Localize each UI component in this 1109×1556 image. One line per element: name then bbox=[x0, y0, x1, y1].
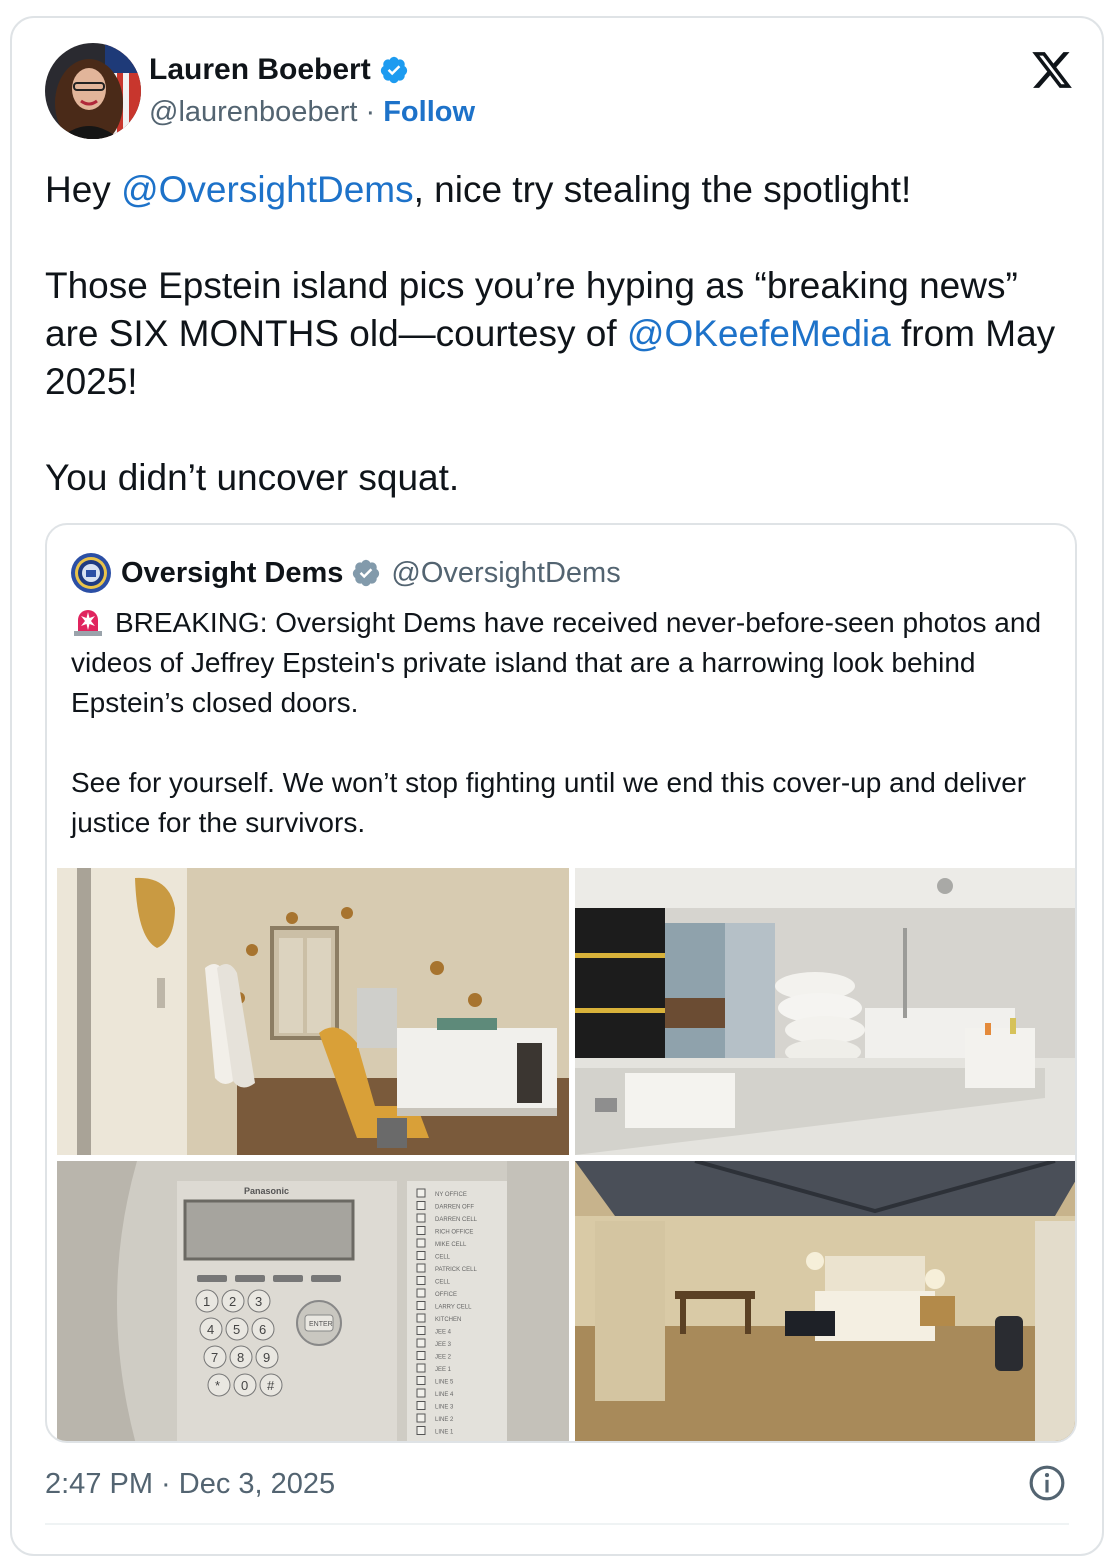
gray-verified-badge-icon bbox=[353, 559, 380, 587]
line-label: LINE 5 bbox=[435, 1380, 454, 1386]
line-button bbox=[416, 1263, 426, 1273]
quote-paragraph-1-text: BREAKING: Oversight Dems have received n… bbox=[71, 607, 1042, 718]
keypad-key-label: 6 bbox=[259, 1322, 266, 1337]
author-name[interactable]: Lauren Boebert bbox=[149, 52, 371, 88]
quoted-tweet[interactable]: Oversight Dems @OversightDems BREAKING: … bbox=[45, 523, 1077, 1443]
x-logo-icon[interactable] bbox=[1030, 48, 1074, 92]
author-handle[interactable]: @laurenboebert bbox=[149, 96, 357, 128]
line-button bbox=[416, 1288, 426, 1298]
line-label: LINE 4 bbox=[435, 1392, 454, 1398]
line-label: MIKE CELL bbox=[435, 1242, 467, 1248]
avatar-image bbox=[45, 43, 141, 139]
follow-button[interactable]: Follow bbox=[383, 96, 475, 128]
keypad-key-label: 5 bbox=[233, 1322, 240, 1337]
phone-enter-label: ENTER bbox=[309, 1321, 333, 1328]
keypad-key-label: # bbox=[267, 1378, 275, 1393]
quote-author-handle[interactable]: @OversightDems bbox=[391, 553, 620, 593]
handle-separator: · bbox=[357, 96, 384, 128]
line-button bbox=[416, 1401, 426, 1410]
photo-storage-bath[interactable] bbox=[575, 868, 1075, 1155]
oversight-dems-avatar[interactable] bbox=[71, 553, 111, 593]
line-label: NY OFFICE bbox=[435, 1192, 467, 1198]
info-icon[interactable] bbox=[1028, 1464, 1066, 1502]
quote-text: BREAKING: Oversight Dems have received n… bbox=[71, 603, 1061, 883]
line-button bbox=[416, 1338, 426, 1348]
photo-panasonic-phone[interactable]: Panasonic ENTER 1 2 3 4 5 6 7 8 9 * 0 # NY OFFICE DA… bbox=[57, 1161, 569, 1441]
line-label: JEE 4 bbox=[435, 1330, 452, 1336]
tweet-paragraph-1: Hey @OversightDems, nice try stealing th… bbox=[45, 166, 1065, 214]
line-label: JEE 1 bbox=[435, 1367, 452, 1373]
tweet-timestamp[interactable]: 2:47 PM · Dec 3, 2025 bbox=[45, 1464, 335, 1504]
tweet-card: Lauren Boebert @laurenboebert · Follow H… bbox=[10, 16, 1104, 1556]
tweet-text: Hey @OversightDems, nice try stealing th… bbox=[45, 166, 1065, 550]
author-handle-row: @laurenboebert · Follow bbox=[149, 94, 475, 130]
text-segment: Hey bbox=[45, 169, 122, 210]
tweet-paragraph-2: Those Epstein island pics you’re hyping … bbox=[45, 262, 1065, 406]
line-label: JEE 2 bbox=[435, 1355, 452, 1361]
line-button bbox=[416, 1226, 426, 1235]
line-label: CELL bbox=[435, 1255, 451, 1261]
line-button bbox=[416, 1326, 426, 1335]
line-button bbox=[416, 1276, 426, 1285]
text-segment: , nice try stealing the spotlight! bbox=[413, 169, 912, 210]
keypad-key-label: 3 bbox=[255, 1294, 262, 1309]
line-button bbox=[416, 1351, 426, 1360]
mention-link-okeefemedia[interactable]: @OKeefeMedia bbox=[627, 313, 891, 354]
line-label: KITCHEN bbox=[435, 1317, 461, 1323]
line-button bbox=[416, 1301, 426, 1310]
line-label: LINE 3 bbox=[435, 1405, 454, 1411]
keypad-key-label: 7 bbox=[211, 1350, 218, 1365]
line-label: LARRY CELL bbox=[435, 1305, 472, 1311]
photo-grid: Panasonic ENTER 1 2 3 4 5 6 7 8 9 * 0 # NY OFFICE DA… bbox=[57, 868, 1075, 1441]
line-label: LINE 2 bbox=[435, 1417, 454, 1423]
line-button bbox=[416, 1251, 426, 1260]
keypad-key-label: 1 bbox=[203, 1294, 210, 1309]
phone-brand-label: Panasonic bbox=[244, 1186, 289, 1196]
keypad-key-label: 4 bbox=[207, 1322, 214, 1337]
line-button bbox=[416, 1363, 426, 1373]
author-name-row[interactable]: Lauren Boebert bbox=[149, 52, 409, 88]
line-label: DARREN OFF bbox=[435, 1205, 474, 1211]
line-label: DARREN CELL bbox=[435, 1217, 478, 1223]
tweet-paragraph-3: You didn’t uncover squat. bbox=[45, 457, 460, 498]
line-button bbox=[416, 1376, 426, 1385]
quote-header: Oversight Dems @OversightDems bbox=[121, 553, 621, 593]
photo-bedroom[interactable] bbox=[575, 1161, 1075, 1441]
keypad-key-label: 9 bbox=[263, 1350, 270, 1365]
quote-paragraph-2: See for yourself. We won’t stop fighting… bbox=[71, 767, 1027, 838]
quote-paragraph-1: BREAKING: Oversight Dems have received n… bbox=[71, 603, 1061, 723]
bottom-divider bbox=[45, 1523, 1069, 1525]
quote-author-name[interactable]: Oversight Dems bbox=[121, 553, 343, 593]
keypad-key-label: 0 bbox=[241, 1378, 248, 1393]
line-label: JEE 3 bbox=[435, 1342, 452, 1348]
keypad-key-label: 8 bbox=[237, 1350, 244, 1365]
line-label: CELL bbox=[435, 1280, 451, 1286]
keypad-key-label: * bbox=[215, 1378, 220, 1393]
line-button bbox=[416, 1238, 426, 1248]
line-button bbox=[416, 1426, 426, 1435]
verified-badge-icon bbox=[380, 56, 407, 84]
line-button bbox=[416, 1213, 426, 1223]
line-label: PATRICK CELL bbox=[435, 1267, 477, 1273]
siren-icon bbox=[74, 610, 102, 636]
line-label: RICH OFFICE bbox=[435, 1230, 473, 1236]
line-label: OFFICE bbox=[435, 1292, 457, 1298]
line-label: LINE 1 bbox=[435, 1430, 454, 1436]
keypad-key-label: 2 bbox=[229, 1294, 236, 1309]
photo-dental-room[interactable] bbox=[57, 868, 569, 1155]
author-avatar[interactable] bbox=[45, 43, 141, 139]
line-button bbox=[416, 1201, 426, 1210]
line-button bbox=[416, 1188, 426, 1198]
line-button bbox=[416, 1313, 426, 1323]
mention-link-oversightdems[interactable]: @OversightDems bbox=[121, 169, 414, 210]
line-button bbox=[416, 1413, 426, 1423]
line-button bbox=[416, 1388, 426, 1398]
